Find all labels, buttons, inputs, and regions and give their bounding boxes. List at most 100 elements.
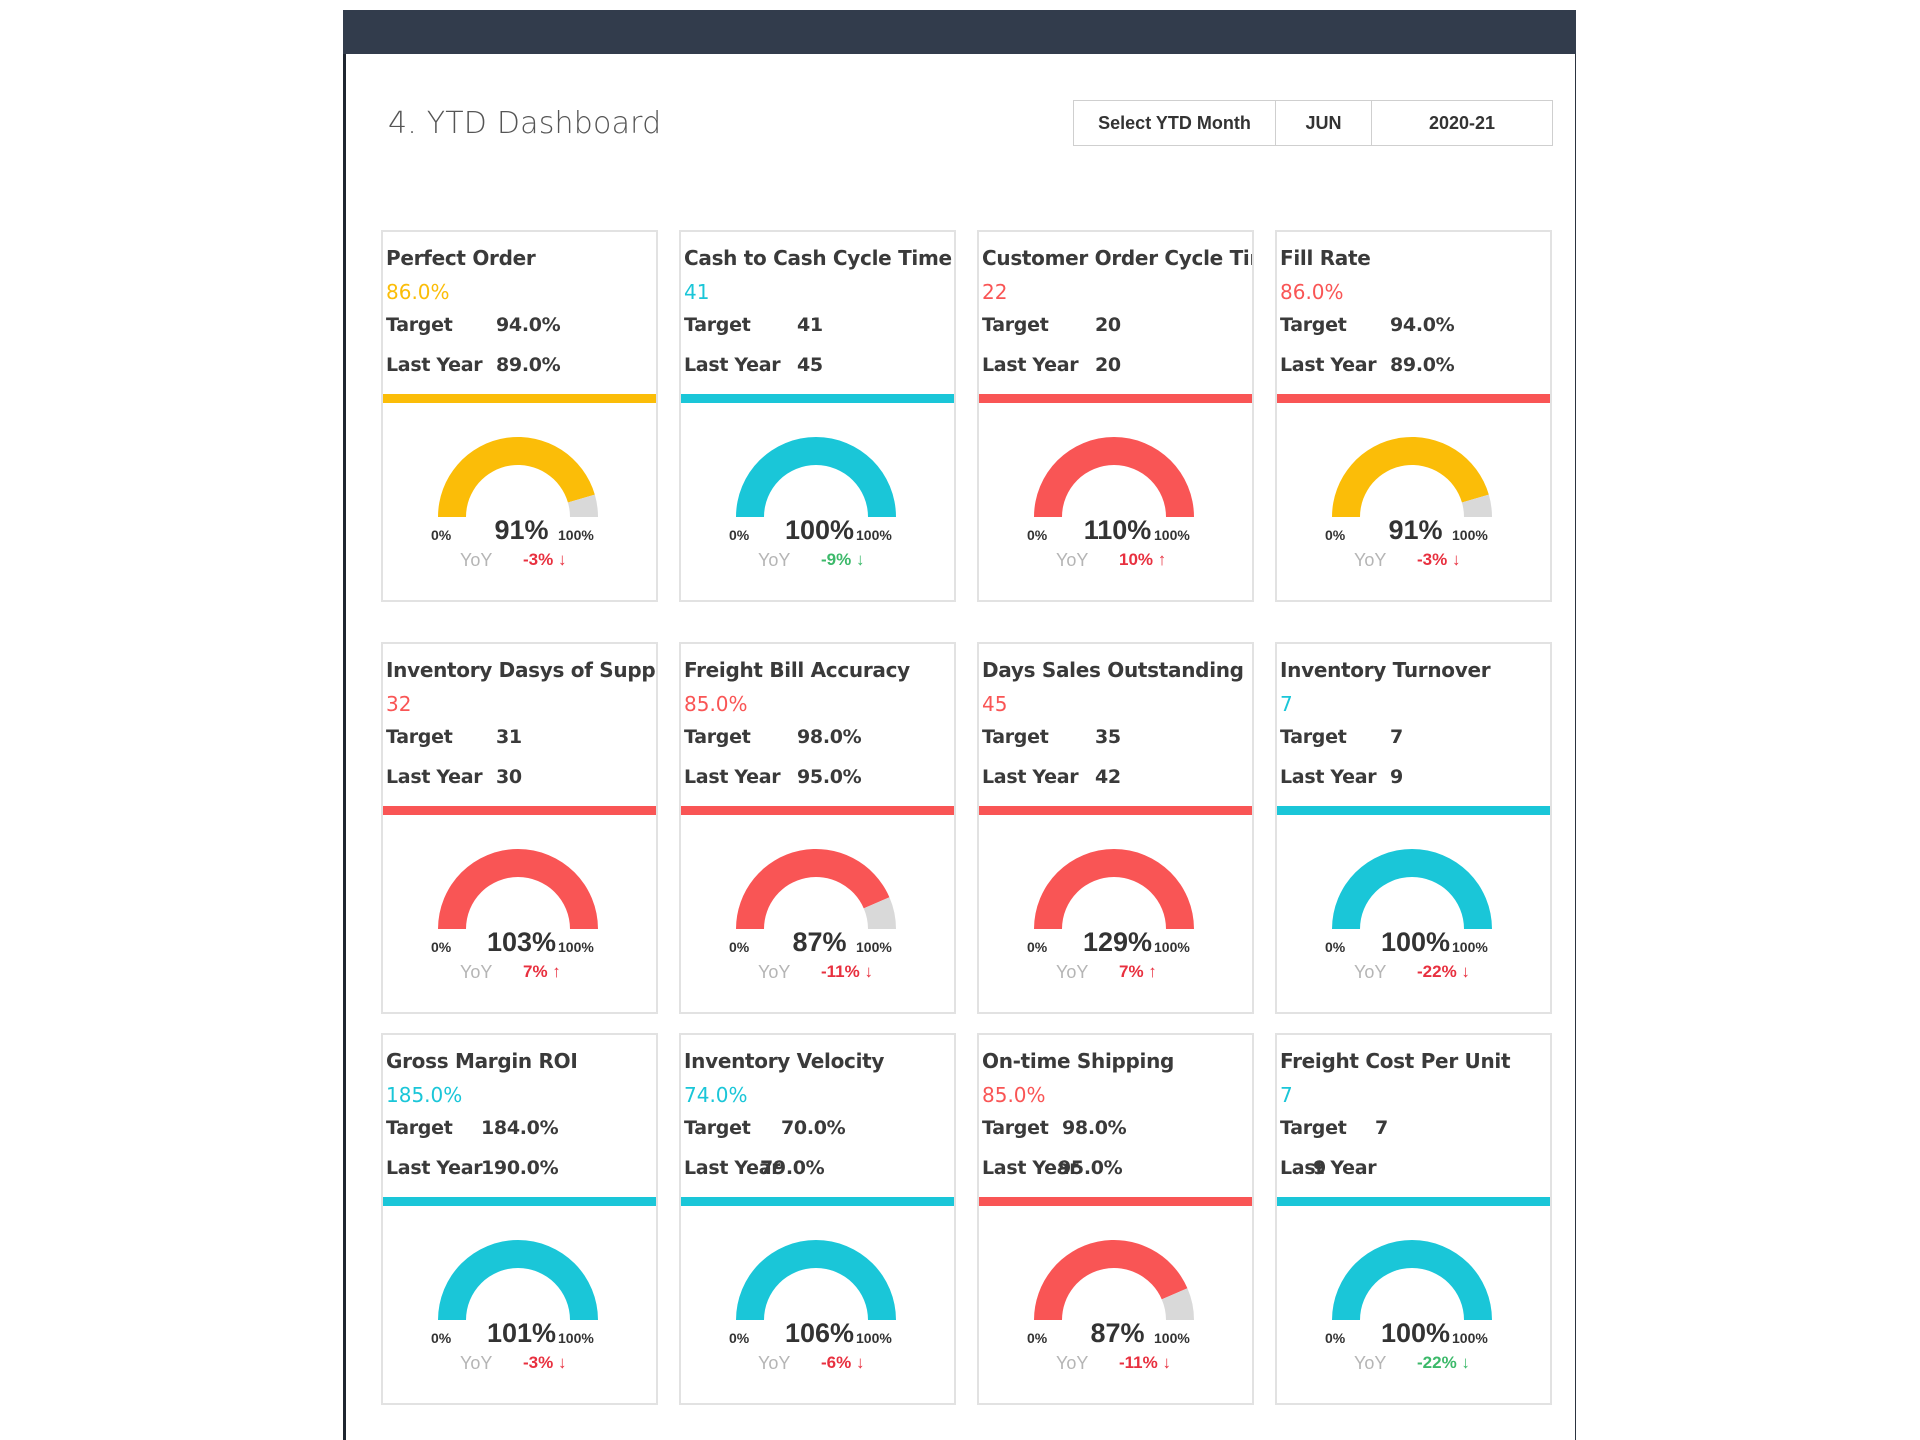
kpi-status-bar — [979, 394, 1252, 403]
last-year-value: 95.0% — [797, 766, 862, 788]
ytd-month-selector: Select YTD Month JUN 2020-21 — [1073, 100, 1553, 146]
kpi-actual-value: 85.0% — [684, 692, 748, 716]
kpi-name: Days Sales Outstanding — [982, 658, 1244, 682]
kpi-actual-value: 7 — [1280, 1083, 1293, 1107]
kpi-target-row: Target 184.0% — [386, 1117, 559, 1139]
kpi-status-bar — [1277, 394, 1550, 403]
kpi-actual-value: 86.0% — [386, 280, 450, 304]
gauge-max-label: 100% — [558, 527, 594, 543]
yoy-change: -11% ↓ — [821, 962, 873, 981]
kpi-last-year-row: Last Year 89.0% — [1280, 354, 1455, 376]
kpi-target-row: Target 94.0% — [386, 314, 561, 336]
last-year-label: Last Year — [1280, 1157, 1377, 1179]
yoy-label: YoY — [758, 550, 791, 570]
gauge-max-label: 100% — [1154, 939, 1190, 955]
kpi-card: On-time Shipping 85.0% Target 98.0% Last… — [977, 1033, 1254, 1405]
yoy-label: YoY — [1354, 1353, 1387, 1373]
gauge-percent: 100% — [1380, 1318, 1451, 1348]
target-label: Target — [1280, 314, 1347, 336]
target-label: Target — [982, 726, 1049, 748]
kpi-target-row: Target 70.0% — [684, 1117, 846, 1139]
gauge-percent: 106% — [784, 1318, 855, 1348]
kpi-name: Freight Bill Accuracy — [684, 658, 910, 682]
target-label: Target — [386, 1117, 453, 1139]
last-year-value: 190.0% — [481, 1157, 559, 1179]
kpi-last-year-row: Last Year 95.0% — [982, 1157, 1123, 1179]
target-label: Target — [684, 1117, 751, 1139]
kpi-last-year-row: Last Year 79.0% — [684, 1157, 825, 1179]
target-label: Target — [982, 1117, 1049, 1139]
yoy-change: -22% ↓ — [1417, 962, 1470, 981]
kpi-card: Customer Order Cycle Time 22 Target 20 L… — [977, 230, 1254, 602]
kpi-target-row: Target 98.0% — [684, 726, 862, 748]
kpi-name: Inventory Velocity — [684, 1049, 885, 1073]
kpi-status-bar — [681, 806, 954, 815]
select-month-label: Select YTD Month — [1074, 101, 1276, 145]
last-year-label: Last Year — [982, 354, 1079, 376]
kpi-status-bar — [979, 1197, 1252, 1206]
yoy-label: YoY — [1056, 550, 1089, 570]
gauge-percent: 103% — [486, 927, 557, 957]
kpi-status-bar — [681, 394, 954, 403]
target-label: Target — [1280, 726, 1347, 748]
yoy-label: YoY — [1354, 962, 1387, 982]
kpi-card: Fill Rate 86.0% Target 94.0% Last Year 8… — [1275, 230, 1552, 602]
gauge-max-label: 100% — [1154, 1330, 1190, 1346]
gauge-percent: 101% — [486, 1318, 557, 1348]
gauge-max-label: 100% — [558, 1330, 594, 1346]
kpi-target-row: Target 7 — [1280, 726, 1403, 748]
kpi-actual-value: 7 — [1280, 692, 1293, 716]
last-year-value: 42 — [1095, 766, 1121, 788]
target-value: 94.0% — [1390, 314, 1455, 336]
kpi-card: Inventory Turnover 7 Target 7 Last Year … — [1275, 642, 1552, 1014]
kpi-card: Freight Cost Per Unit 7 Target 7 Last Ye… — [1275, 1033, 1552, 1405]
kpi-actual-value: 185.0% — [386, 1083, 463, 1107]
yoy-label: YoY — [758, 1353, 791, 1373]
kpi-actual-value: 41 — [684, 280, 710, 304]
yoy-label: YoY — [1056, 962, 1089, 982]
kpi-card: Cash to Cash Cycle Time 41 Target 41 Las… — [679, 230, 956, 602]
kpi-name: Customer Order Cycle Time — [982, 246, 1254, 270]
kpi-actual-value: 32 — [386, 692, 412, 716]
kpi-actual-value: 45 — [982, 692, 1008, 716]
target-label: Target — [684, 726, 751, 748]
gauge-percent: 100% — [784, 515, 855, 545]
target-value: 35 — [1095, 726, 1121, 748]
gauge-filled-arc — [1034, 437, 1194, 517]
target-label: Target — [386, 726, 453, 748]
last-year-value: 20 — [1095, 354, 1121, 376]
last-year-value: 95.0% — [1058, 1157, 1123, 1179]
yoy-label: YoY — [460, 550, 493, 570]
target-value: 41 — [797, 314, 823, 336]
kpi-actual-value: 86.0% — [1280, 280, 1344, 304]
target-label: Target — [1280, 1117, 1347, 1139]
gauge-filled-arc — [736, 849, 890, 929]
last-year-value: 30 — [496, 766, 522, 788]
kpi-target-row: Target 7 — [1280, 1117, 1388, 1139]
kpi-status-bar — [383, 394, 656, 403]
kpi-last-year-row: Last Year 45 — [684, 354, 823, 376]
fiscal-year-value[interactable]: 2020-21 — [1372, 101, 1552, 145]
kpi-card: Inventory Velocity 74.0% Target 70.0% La… — [679, 1033, 956, 1405]
kpi-actual-value: 74.0% — [684, 1083, 748, 1107]
last-year-label: Last Year — [684, 354, 781, 376]
yoy-change: 10% ↑ — [1119, 550, 1167, 569]
kpi-card: Gross Margin ROI 185.0% Target 184.0% La… — [381, 1033, 658, 1405]
target-value: 20 — [1095, 314, 1121, 336]
yoy-change: -3% ↓ — [523, 1353, 567, 1372]
kpi-name: Inventory Turnover — [1280, 658, 1491, 682]
gauge-filled-arc — [1034, 1240, 1188, 1320]
month-dropdown[interactable]: JUN — [1276, 101, 1372, 145]
gauge-max-label: 100% — [856, 1330, 892, 1346]
gauge-percent: 129% — [1082, 927, 1153, 957]
last-year-value: 9 — [1313, 1157, 1326, 1179]
gauge-max-label: 100% — [856, 939, 892, 955]
last-year-label: Last Year — [386, 354, 483, 376]
header-bar — [343, 10, 1576, 54]
last-year-value: 89.0% — [1390, 354, 1455, 376]
kpi-name: Fill Rate — [1280, 246, 1371, 270]
last-year-label: Last Year — [1280, 354, 1377, 376]
kpi-name: Freight Cost Per Unit — [1280, 1049, 1511, 1073]
gauge-filled-arc — [438, 849, 598, 929]
target-value: 31 — [496, 726, 522, 748]
